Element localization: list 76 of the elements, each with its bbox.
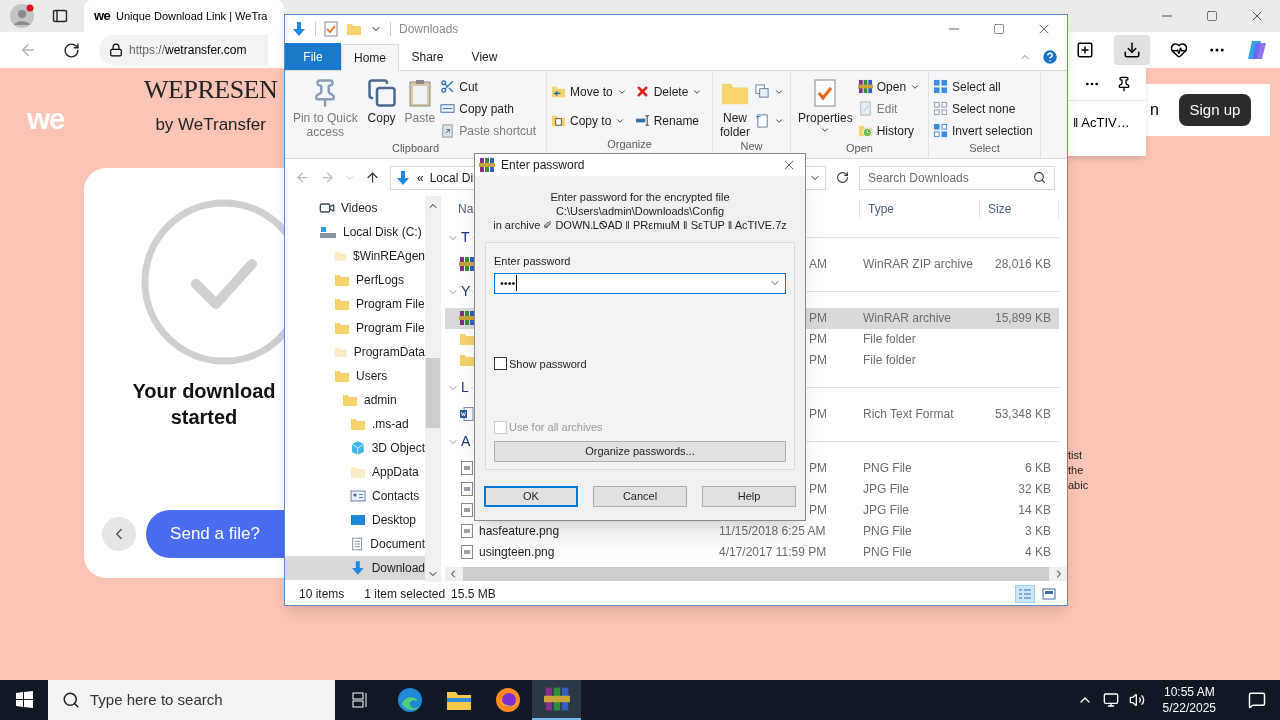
dialog-title: Enter password [501,157,585,174]
nav-label: Desktop [372,512,417,529]
file-date: PM [809,482,827,497]
file-type: File folder [863,353,916,368]
nav-label: Program File [356,320,425,337]
group-label: New [739,139,764,153]
nav-label: $WinREAgen [352,248,425,265]
selection-size: 15.5 MB [451,585,496,603]
file-date: PM [809,353,827,368]
file-size: 32 KB [1018,482,1051,497]
info-text: Enter password for the encrypted file [550,190,730,204]
file-date: PM [809,407,827,422]
url: https://wetransfer.com [129,42,247,59]
file-size: 28,016 KB [994,257,1051,272]
nav-label: Contacts [372,488,420,505]
file-date: 4/17/2017 11:59 PM [719,545,827,560]
file-date: PM [809,503,827,518]
text-fragment: the [1068,463,1085,478]
text-fragment: tist [1068,448,1084,463]
file-type: WinRAR archive [863,311,952,326]
favicon: we [94,7,111,26]
file-type: PNG File [863,524,912,539]
selection-info: 1 item selected [364,585,446,603]
checkbox-label: Use for all archives [509,420,603,435]
nav-label: Download [371,560,425,577]
breadcrumb-overflow: « [417,169,424,187]
nav-label: ProgramData [353,344,425,361]
file-size: 6 KB [1025,461,1051,476]
brand-title: WEPRESEN [144,74,278,106]
file-type: JPG File [863,503,909,518]
file-type: PNG File [863,545,912,560]
file-date: AM [809,257,827,272]
window-title: Downloads [399,21,459,38]
file-date: PM [809,332,827,347]
nav-label: PerfLogs [356,272,405,289]
info-text: C:\Users\admin\Downloads\Config [555,204,725,218]
info-text: in archive ✐ DOWN.ᏞᏫᎪᎠ ‖ PRεmιuM ‖ SεTUP ‖ AcTIVE.7z [493,218,787,232]
nav-label: 3D Object [371,440,425,457]
item-count: 10 items [299,585,345,603]
nav-label: Local Disk (C:) [343,224,422,241]
nav-label: .ms-ad [372,416,409,433]
heading: Your download started [131,379,277,430]
file-type: Rich Text Format [863,407,954,422]
file-size: 3 KB [1025,524,1051,539]
nav-label: admin [364,392,397,409]
group-label: Organize [606,137,653,151]
nav-label: Program File [356,296,425,313]
file-date: 11/15/2018 6:25 AM [719,524,826,539]
tab-title: Unique Download Link | WeTra [116,8,268,24]
file-date: PM [809,461,827,476]
file-type: WinRAR ZIP archive [863,257,973,272]
nav-label: Document [370,536,425,553]
group-label: Open [845,141,874,155]
file-size: 4 KB [1025,545,1051,560]
breadcrumb: Local Di [429,169,474,187]
clock-time: 10:55 AM [1163,684,1215,700]
file-type: PNG File [863,461,912,476]
text-fragment: abic [1068,478,1090,493]
group-label: Select [968,141,1001,155]
file-type: File folder [863,332,916,347]
nav-label: Videos [341,200,378,217]
nav-label: Users [356,368,388,385]
logo: we [27,100,65,137]
file-name: hasfeature.png [479,524,560,539]
brand-subtitle: by WeTransfer [155,114,266,136]
file-size: 14 KB [1018,503,1051,518]
file-type: JPG File [863,482,909,497]
nav-label: AppData [372,464,419,481]
field-label: Enter password [494,254,572,269]
file-size: 53,348 KB [994,407,1051,422]
group-label: Clipboard [390,141,441,155]
clock-date: 5/22/2025 [1162,700,1216,716]
checkbox-label: Show password [509,356,587,372]
file-size: 15,899 KB [994,311,1051,326]
file-date: PM [809,311,827,326]
file-name: usingteen.png [479,545,555,560]
